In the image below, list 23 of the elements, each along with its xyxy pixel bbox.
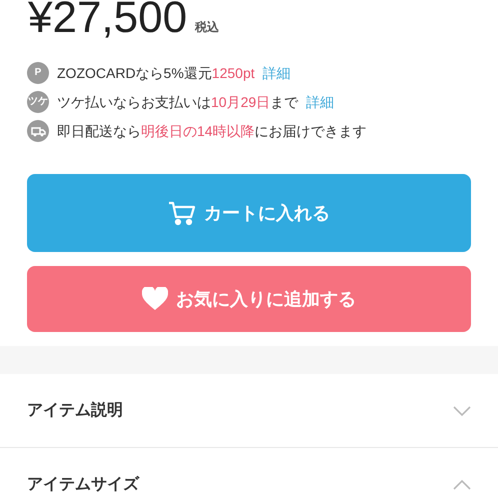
info-text: 即日配送なら: [57, 122, 141, 140]
details-link[interactable]: 詳細: [306, 92, 334, 112]
badge-icon: P: [27, 62, 49, 84]
info-text: ツケ払いならお支払いは: [57, 92, 211, 112]
highlight-text: 10月29日: [211, 92, 270, 112]
heart-icon: [142, 287, 168, 311]
chevron-up-icon: [453, 480, 471, 490]
info-text: にお届けできます: [254, 122, 367, 140]
add-to-cart-button[interactable]: カートに入れる: [27, 174, 471, 252]
info-text: まで: [270, 92, 298, 112]
badge-icon: ツケ: [27, 91, 49, 113]
truck-icon: [27, 120, 49, 142]
info-text: ZOZOCARDなら5%還元: [57, 64, 212, 82]
highlight-text: 明後日の14時以降: [141, 122, 255, 140]
highlight-text: 1250pt: [212, 64, 255, 83]
add-to-favorites-button[interactable]: お気に入りに追加する: [27, 266, 471, 332]
chevron-down-icon: [453, 406, 471, 416]
price: ¥27,500: [28, 0, 188, 44]
accordion-header[interactable]: アイテム説明: [0, 374, 498, 448]
details-link[interactable]: 詳細: [262, 62, 291, 84]
tax-note: 税込: [195, 19, 220, 36]
accordion-header[interactable]: アイテムサイズ: [0, 448, 498, 498]
cart-icon: [168, 200, 196, 226]
